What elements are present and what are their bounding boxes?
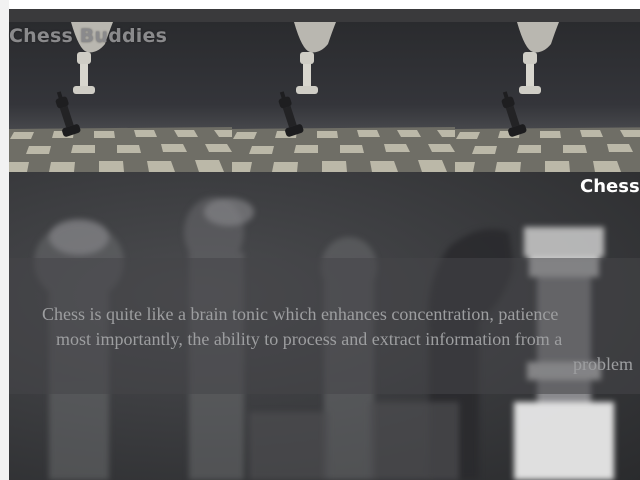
description-line: problem [573,354,633,374]
hero-section: Chess Chess is quite like a brain tonic … [9,172,640,480]
description-line: most importantly, the ability to process… [56,329,563,349]
header-strip [9,9,640,22]
top-bar [9,0,640,9]
site-title[interactable]: Chess Buddies [9,25,167,47]
page: Chess Buddies Chess Chess is quite like … [0,0,640,480]
banner-image [232,22,455,172]
description-line: Chess is quite like a brain tonic which … [42,304,559,324]
banner-image [455,22,640,172]
hero-heading: Chess [580,176,640,197]
